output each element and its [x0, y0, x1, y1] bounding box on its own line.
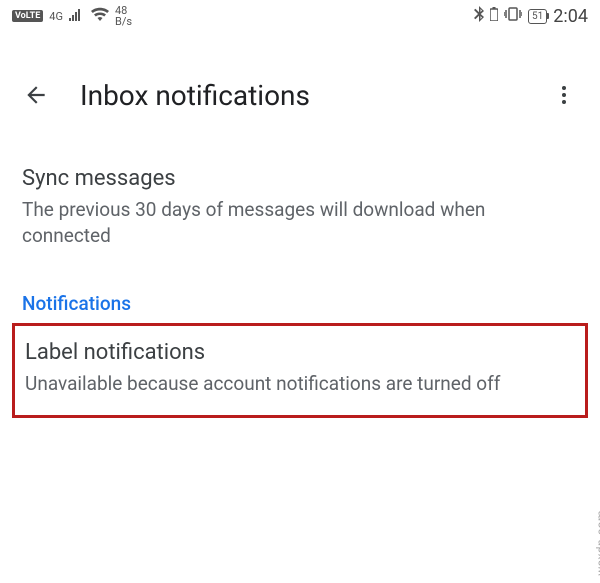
network-speed: 48 B/s [115, 5, 132, 27]
watermark-text: wsxdn.com [594, 510, 600, 576]
vibrate-icon [504, 7, 522, 25]
speed-unit: B/s [115, 16, 132, 27]
bluetooth-icon [474, 6, 484, 26]
notifications-section-header: Notifications [22, 292, 578, 315]
back-button[interactable] [12, 71, 60, 119]
sync-messages-setting[interactable]: Sync messages The previous 30 days of me… [22, 148, 578, 266]
content-area: Sync messages The previous 30 days of me… [0, 148, 600, 418]
sync-desc: The previous 30 days of messages will do… [22, 197, 578, 248]
page-title: Inbox notifications [80, 79, 540, 112]
arrow-back-icon [23, 82, 49, 108]
label-notifications-setting[interactable]: Label notifications Unavailable because … [12, 323, 588, 418]
label-notif-title: Label notifications [25, 340, 575, 365]
status-right: 51 2:04 [474, 6, 588, 27]
battery-small-icon [490, 7, 498, 25]
clock: 2:04 [553, 6, 588, 27]
status-left: VoLTE 4G 48 B/s [12, 5, 132, 27]
more-vert-icon [552, 83, 576, 107]
sync-title: Sync messages [22, 166, 578, 191]
app-bar: Inbox notifications [0, 62, 600, 128]
label-notif-desc: Unavailable because account notification… [25, 371, 575, 397]
signal-icon [69, 7, 85, 25]
wifi-icon [91, 7, 109, 25]
volte-badge: VoLTE [12, 10, 43, 22]
status-bar: VoLTE 4G 48 B/s 51 2:04 [0, 0, 600, 32]
more-button[interactable] [540, 71, 588, 119]
battery-percent: 51 [528, 9, 547, 24]
network-generation: 4G [49, 11, 63, 22]
